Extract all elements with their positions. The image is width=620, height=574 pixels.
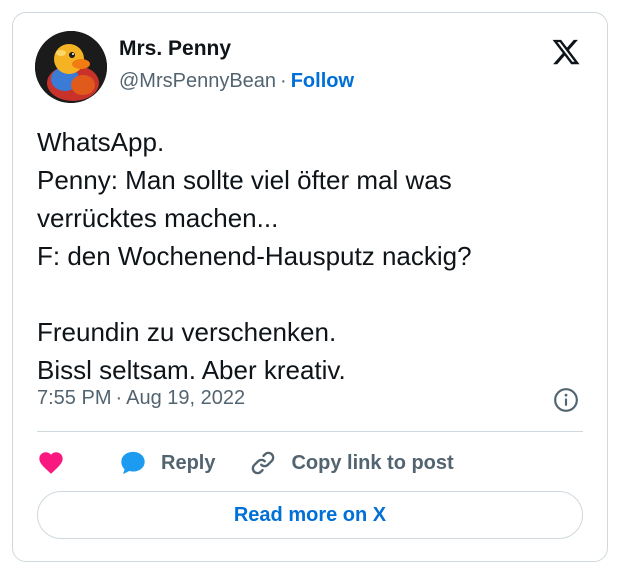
- post-text-line: F: den Wochenend-Hausputz nackig?: [37, 241, 472, 271]
- heart-icon: [39, 452, 63, 474]
- post-text-line: Bissl seltsam. Aber kreativ.: [37, 355, 346, 385]
- read-more-button[interactable]: Read more on X: [37, 491, 583, 539]
- rubber-duck-avatar-icon: [35, 31, 107, 103]
- like-button[interactable]: [37, 449, 65, 477]
- post-text-line: WhatsApp.: [37, 127, 165, 157]
- copy-link-button[interactable]: Copy link to post: [249, 449, 454, 477]
- post-timestamp[interactable]: 7:55 PM · Aug 19, 2022: [37, 387, 245, 410]
- separator-dot: ·: [280, 70, 287, 92]
- post-text: WhatsApp. Penny: Man sollte viel öfter m…: [37, 123, 587, 389]
- x-logo-icon[interactable]: [551, 37, 581, 67]
- post-text-line: verrücktes machen...: [37, 203, 279, 233]
- link-icon: [252, 451, 275, 475]
- action-bar: Reply Copy link to post: [37, 443, 454, 483]
- post-text-line: Penny: Man sollte viel öfter mal was: [37, 165, 452, 195]
- copy-link-label: Copy link to post: [291, 451, 454, 474]
- author-handle-row: @MrsPennyBean · Follow: [119, 70, 354, 93]
- embedded-post-card: Mrs. Penny @MrsPennyBean · Follow WhatsApp…: [12, 12, 608, 562]
- info-icon[interactable]: [553, 387, 579, 413]
- speech-bubble-icon: [121, 451, 145, 475]
- reply-label: Reply: [161, 451, 216, 474]
- avatar[interactable]: [35, 31, 107, 103]
- post-date: Aug 19, 2022: [126, 387, 246, 409]
- post-text-line: [37, 275, 587, 313]
- reply-button[interactable]: Reply: [119, 449, 215, 477]
- post-text-line: Freundin zu verschenken.: [37, 317, 337, 347]
- author-name[interactable]: Mrs. Penny: [119, 37, 231, 61]
- follow-button[interactable]: Follow: [291, 70, 354, 92]
- post-time: 7:55 PM: [37, 387, 112, 409]
- author-handle[interactable]: @MrsPennyBean: [119, 70, 276, 92]
- divider: [37, 431, 583, 432]
- separator-dot: ·: [115, 387, 123, 409]
